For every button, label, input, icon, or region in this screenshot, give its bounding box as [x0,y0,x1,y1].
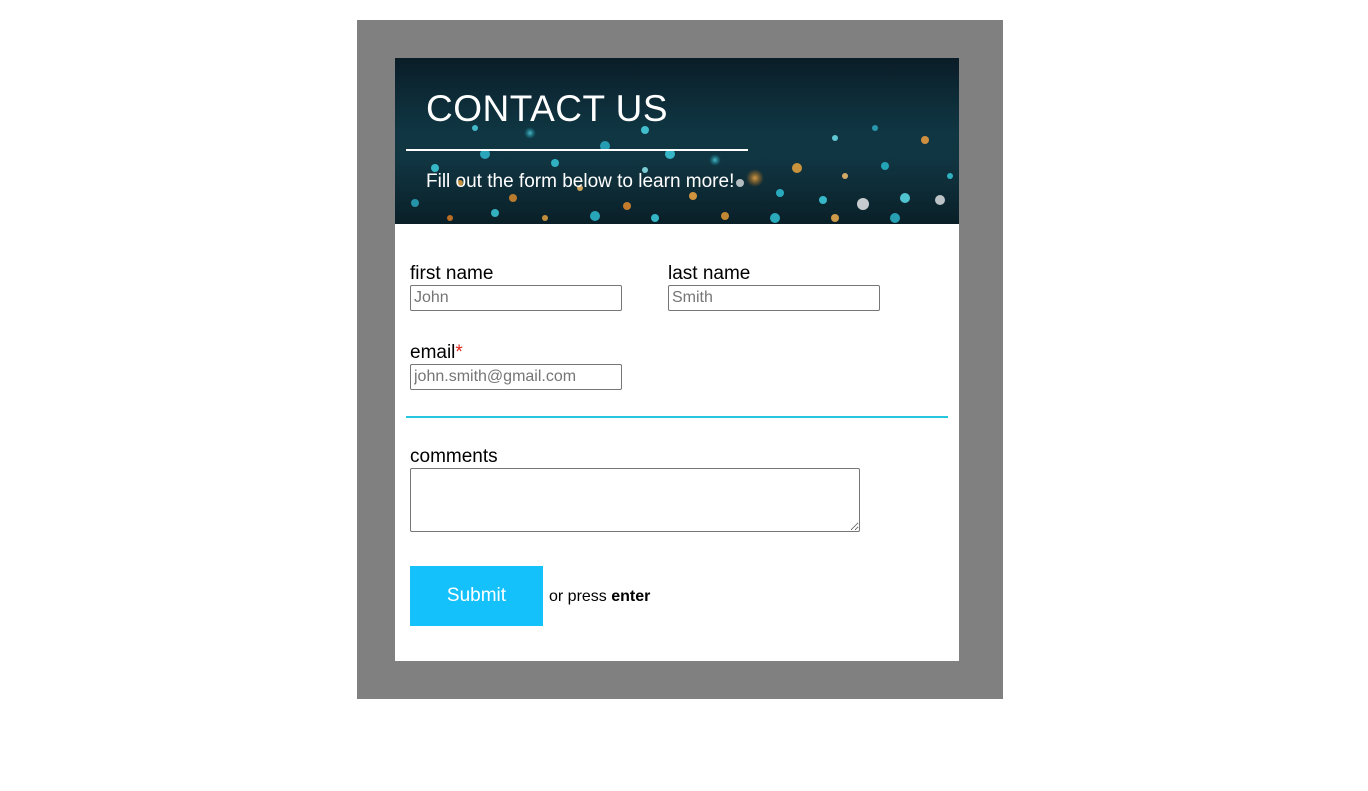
page-subtitle: Fill out the form below to learn more! [426,171,735,192]
comments-label: comments [410,446,498,467]
first-name-label: first name [410,263,494,284]
page-title: CONTACT US [426,88,669,129]
comments-textarea[interactable] [410,468,860,532]
last-name-input[interactable] [668,285,880,311]
email-label: email [410,342,456,363]
hint-key: enter [611,588,651,605]
page-frame: CONTACT US Fill out the form below to le… [357,20,1003,699]
title-underline [406,149,748,151]
city-lights-background-image [395,58,959,224]
email-input[interactable] [410,364,622,390]
hint-prefix: or press [549,588,607,605]
section-divider [406,416,948,418]
required-marker: * [455,342,463,363]
header-banner: CONTACT US Fill out the form below to le… [395,58,959,224]
first-name-input[interactable] [410,285,622,311]
email-label-group: email* [410,342,463,364]
submit-hint: or press enter [549,587,650,606]
last-name-label: last name [668,263,751,284]
submit-button[interactable]: Submit [410,566,543,626]
contact-form-card: CONTACT US Fill out the form below to le… [395,58,959,661]
